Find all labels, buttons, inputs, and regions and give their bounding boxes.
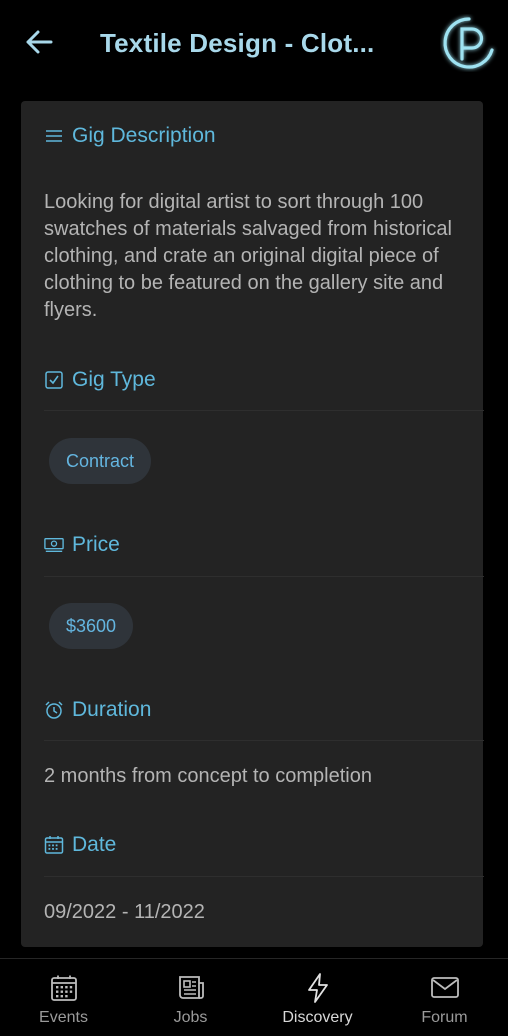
section-price-header: Price <box>44 532 120 558</box>
divider <box>44 740 484 741</box>
section-type-label: Gig Type <box>72 368 156 391</box>
bottom-nav: Events Jobs Discovery Forum <box>0 958 508 1036</box>
mail-icon <box>430 973 460 1003</box>
price-chip: $3600 <box>49 603 134 649</box>
profile-logo-button[interactable] <box>440 14 498 72</box>
money-icon <box>44 535 64 555</box>
arrow-left-icon <box>26 30 53 54</box>
nav-forum-label: Forum <box>421 1009 468 1026</box>
newspaper-icon <box>176 973 206 1003</box>
nav-jobs-label: Jobs <box>173 1009 208 1026</box>
section-duration-header: Duration <box>44 697 151 723</box>
nav-discovery-label: Discovery <box>282 1009 353 1026</box>
divider <box>44 410 484 411</box>
page-title: Textile Design - Clot... <box>100 28 375 58</box>
menu-lines-icon <box>44 126 64 146</box>
section-description-header: Gig Description <box>44 123 216 149</box>
p-logo-icon <box>443 17 494 69</box>
nav-events-label: Events <box>39 1009 88 1026</box>
alarm-clock-icon <box>44 700 64 720</box>
date-text: 09/2022 - 11/2022 <box>44 901 205 923</box>
nav-events[interactable]: Events <box>0 959 127 1036</box>
header-bar: Textile Design - Clot... <box>0 0 508 86</box>
back-button[interactable] <box>20 24 58 60</box>
gig-description-text: Looking for digital artist to sort throu… <box>44 191 452 321</box>
gig-type-chip: Contract <box>49 438 152 484</box>
nav-forum[interactable]: Forum <box>381 959 508 1036</box>
checkbox-icon <box>44 370 64 390</box>
duration-text: 2 months from concept to completion <box>44 765 372 787</box>
lightning-icon <box>303 973 333 1003</box>
section-date-header: Date <box>44 832 116 858</box>
nav-jobs[interactable]: Jobs <box>127 959 254 1036</box>
section-duration-label: Duration <box>72 698 152 721</box>
section-date-label: Date <box>72 833 117 856</box>
nav-discovery[interactable]: Discovery <box>254 959 381 1036</box>
divider <box>44 876 484 877</box>
section-type-header: Gig Type <box>44 367 156 393</box>
section-price-label: Price <box>72 533 120 556</box>
calendar-icon <box>44 835 64 855</box>
app-screen: Textile Design - Clot... Gig Description… <box>0 0 508 1036</box>
divider <box>44 576 484 577</box>
calendar-grid-icon <box>49 973 79 1003</box>
section-description-label: Gig Description <box>72 124 216 147</box>
gig-detail-card: Gig Description Looking for digital arti… <box>21 101 484 947</box>
